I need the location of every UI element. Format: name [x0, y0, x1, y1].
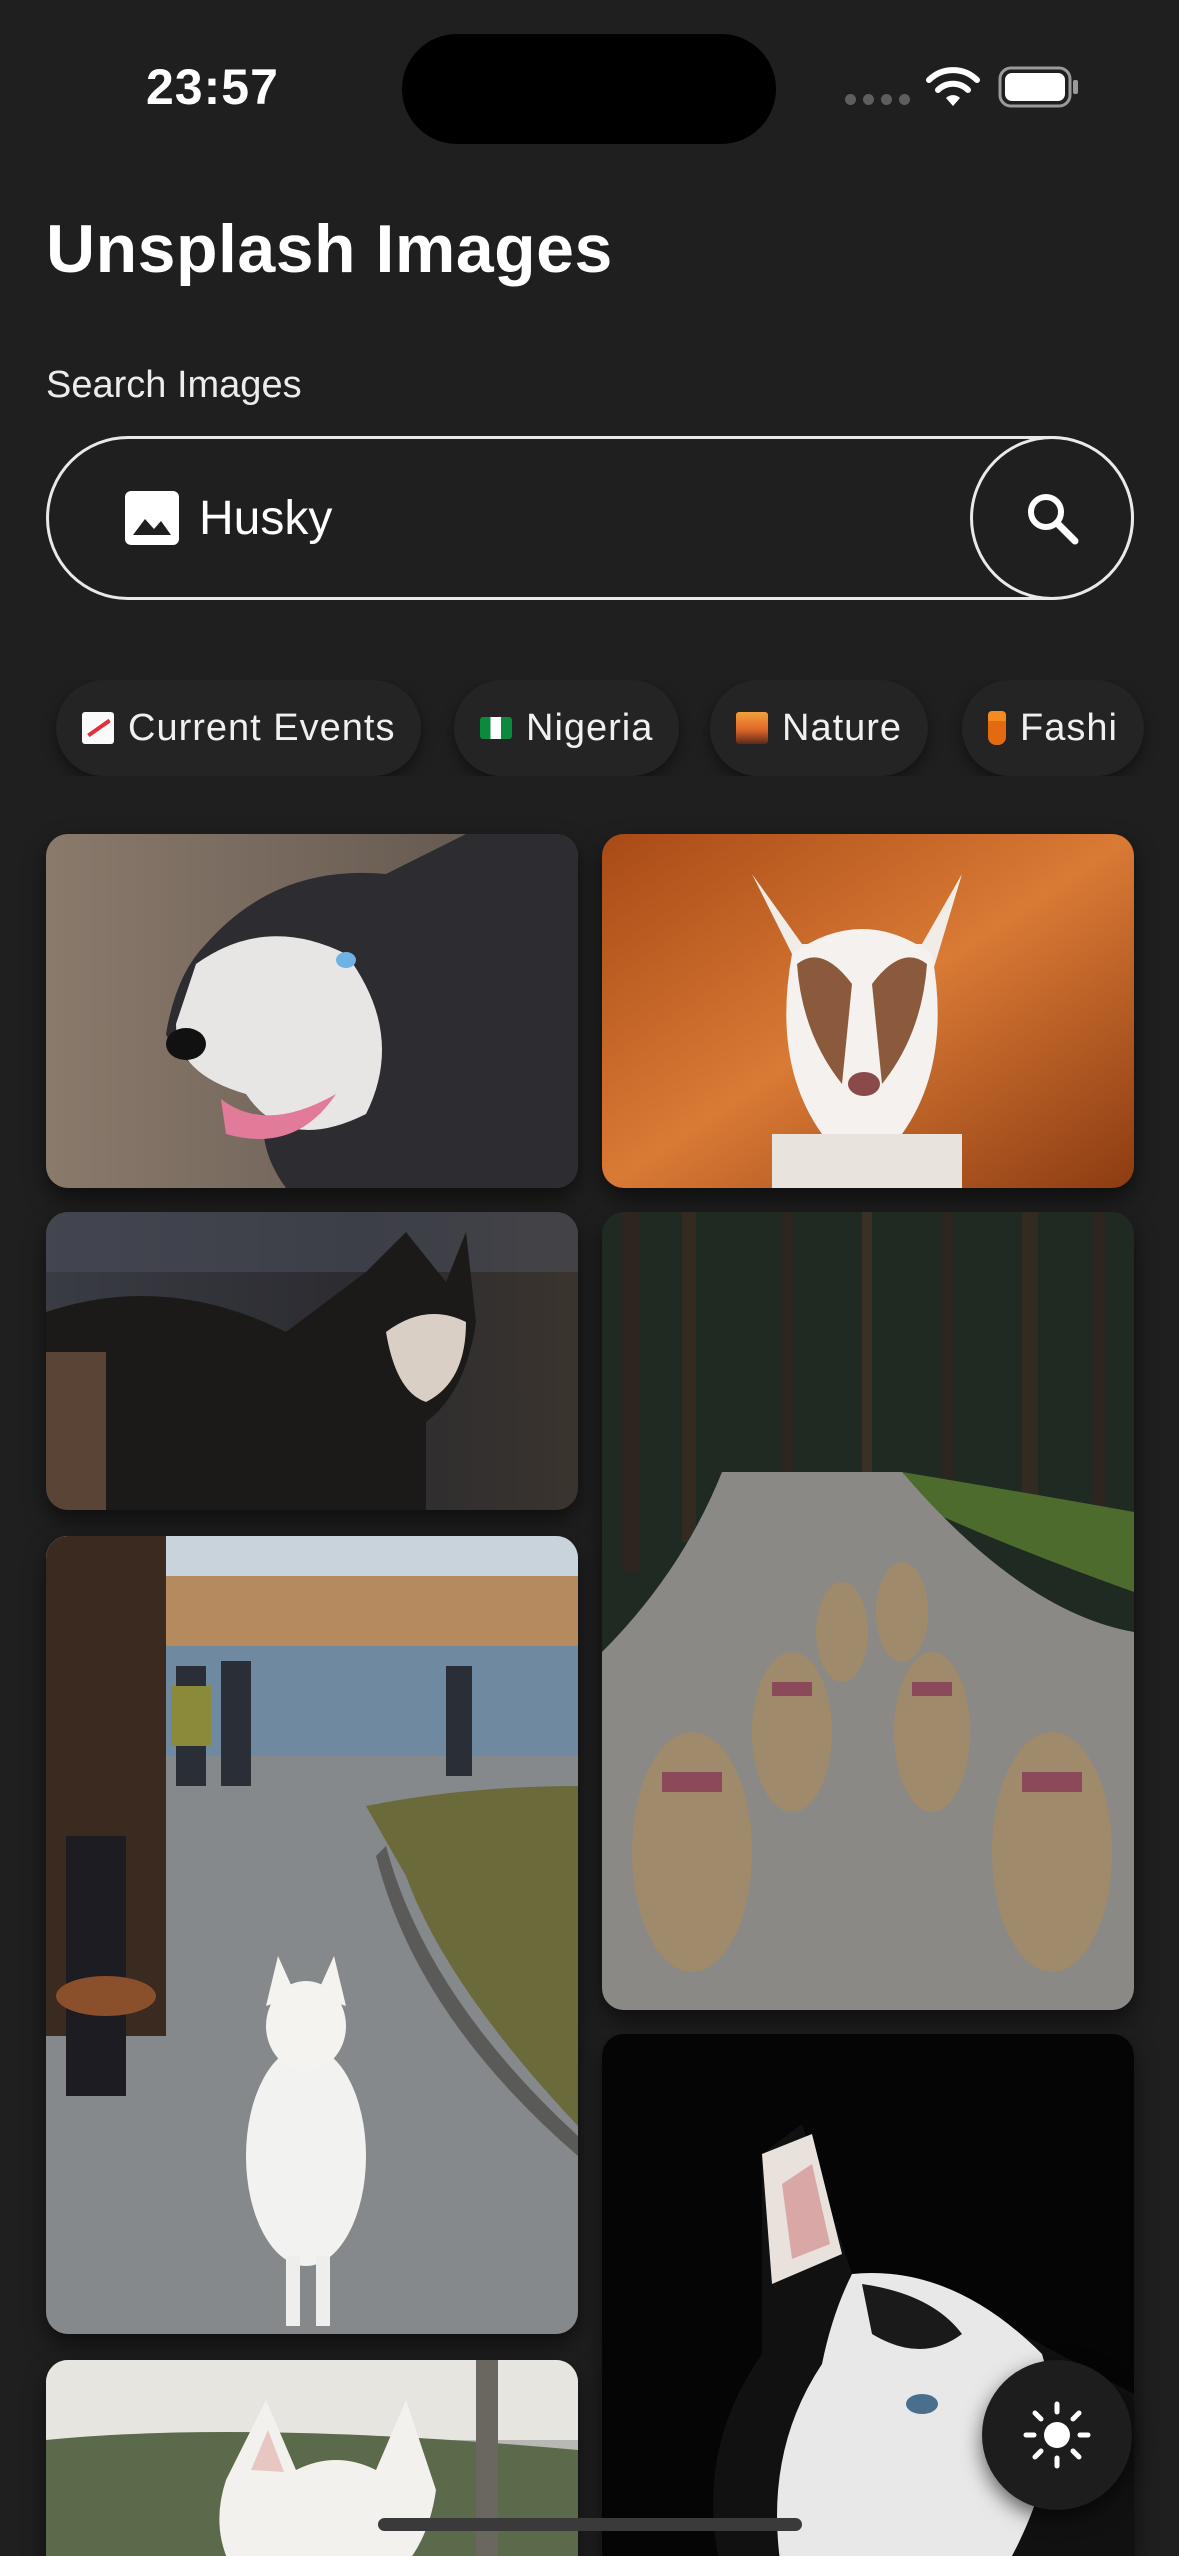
husky-photo-image: [46, 834, 578, 1188]
chart-increasing-icon: [82, 712, 114, 744]
nigeria-flag-icon: [480, 717, 512, 739]
dress-icon: [988, 711, 1006, 745]
photo-husky-harness[interactable]: [46, 1212, 578, 1510]
husky-photo-image: [602, 834, 1134, 1188]
sunset-icon: [736, 712, 768, 744]
battery-icon: [998, 66, 1078, 108]
dynamic-island: [402, 34, 776, 144]
photo-husky-closeup[interactable]: [46, 834, 578, 1188]
chip-label: Current Events: [128, 706, 396, 749]
husky-photo-image: [46, 1536, 578, 2334]
husky-photo-image: [602, 1212, 1134, 2010]
chip-current-events[interactable]: Current Events: [56, 680, 422, 776]
search-label: Search Images: [46, 364, 302, 406]
chip-label: Nature: [782, 706, 903, 749]
wifi-icon: [926, 67, 980, 106]
theme-toggle-button[interactable]: [982, 2360, 1132, 2510]
husky-photo-image: [46, 1212, 578, 1510]
search-bar: [46, 436, 1134, 600]
search-icon: [1028, 494, 1079, 545]
search-input[interactable]: [199, 475, 959, 561]
photo-husky-puppy[interactable]: [602, 834, 1134, 1188]
chip-fashion[interactable]: Fashi: [962, 680, 1144, 776]
image-icon: [125, 491, 179, 545]
status-time: 23:57: [146, 59, 279, 115]
page-title: Unsplash Images: [46, 211, 613, 287]
home-indicator[interactable]: [378, 2518, 802, 2531]
chip-nature[interactable]: Nature: [710, 680, 929, 776]
chip-label: Fashi: [1020, 706, 1118, 749]
cellular-signal-icon: [845, 94, 910, 105]
chip-nigeria[interactable]: Nigeria: [454, 680, 680, 776]
photo-white-dog-park[interactable]: [46, 1536, 578, 2334]
photo-sled-dogs[interactable]: [602, 1212, 1134, 2010]
status-bar: 23:57: [0, 0, 1179, 170]
category-chips: Current Events Nigeria Nature Fashi: [0, 680, 1179, 776]
sun-icon: [1023, 2401, 1091, 2469]
chip-label: Nigeria: [526, 706, 654, 749]
search-button[interactable]: [970, 436, 1134, 600]
